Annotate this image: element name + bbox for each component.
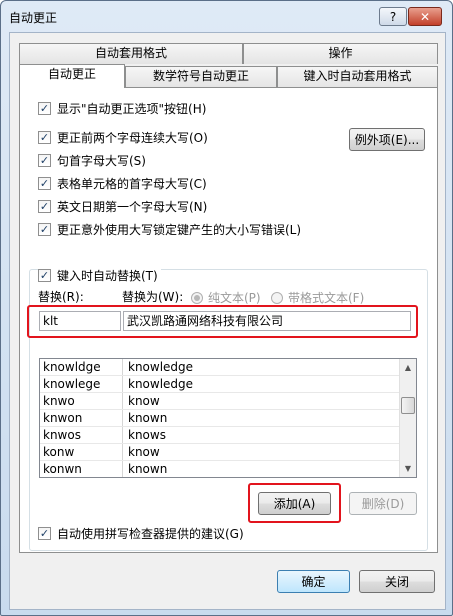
- caps-lock-checkbox[interactable]: ✓ 更正意外使用大写锁定键产生的大小写错误(L): [38, 221, 301, 238]
- radio-label: 纯文本(P): [208, 291, 261, 305]
- show-options-button-checkbox[interactable]: ✓ 显示"自动更正选项"按钮(H): [38, 100, 206, 117]
- radio-button[interactable]: [271, 291, 283, 304]
- with-label: 替换为(W):: [122, 290, 184, 304]
- check-icon: ✓: [39, 269, 50, 282]
- table-cell-cap-checkbox[interactable]: ✓ 表格单元格的首字母大写(C): [38, 175, 207, 192]
- button-label: 添加(A): [273, 497, 316, 511]
- scroll-thumb[interactable]: [401, 397, 415, 414]
- tab-autocorrect[interactable]: 自动更正: [19, 64, 125, 88]
- checkbox[interactable]: ✓: [38, 102, 51, 115]
- entry-with: knows: [128, 428, 166, 442]
- day-names-cap-checkbox[interactable]: ✓ 英文日期第一个字母大写(N): [38, 198, 207, 215]
- checkbox-label: 英文日期第一个字母大写(N): [57, 200, 208, 214]
- check-icon: ✓: [39, 131, 50, 144]
- entry-replace: knowlege: [40, 376, 123, 392]
- checkbox[interactable]: ✓: [38, 200, 51, 213]
- list-scrollbar[interactable]: ▲ ▼: [399, 359, 416, 477]
- entry-with: know: [128, 445, 160, 459]
- list-item[interactable]: konwn known: [40, 461, 416, 477]
- radio-button[interactable]: [191, 291, 203, 304]
- sentence-cap-checkbox[interactable]: ✓ 句首字母大写(S): [38, 152, 146, 169]
- autocorrect-dialog: 自动更正 ? ✕ 自动套用格式 操作 自动更正 数学符号自动更正 键入时自动套用…: [0, 0, 453, 616]
- ok-button[interactable]: 确定: [277, 570, 350, 593]
- checkbox[interactable]: ✓: [38, 177, 51, 190]
- checkbox-label: 表格单元格的首字母大写(C): [57, 177, 207, 191]
- checkbox-label: 键入时自动替换(T): [57, 269, 158, 283]
- exceptions-button[interactable]: 例外项(E)...: [349, 128, 425, 151]
- close-icon: ✕: [419, 9, 431, 24]
- checkbox-label: 更正意外使用大写锁定键产生的大小写错误(L): [57, 223, 302, 237]
- add-button[interactable]: 添加(A): [258, 492, 331, 515]
- scroll-down-icon[interactable]: ▼: [400, 460, 416, 477]
- checkbox[interactable]: ✓: [38, 131, 51, 144]
- radio-dot: [194, 294, 200, 301]
- entry-with: known: [128, 462, 168, 476]
- checkbox[interactable]: ✓: [38, 269, 51, 282]
- tab-label: 数学符号自动更正: [152, 69, 249, 83]
- entry-with: known: [128, 411, 168, 425]
- close-button[interactable]: 关闭: [359, 570, 435, 593]
- tab-autoformat[interactable]: 自动套用格式: [19, 43, 243, 64]
- help-button[interactable]: ?: [379, 7, 407, 26]
- close-window-button[interactable]: ✕: [408, 7, 442, 26]
- entry-replace: knwon: [40, 410, 123, 426]
- check-icon: ✓: [39, 102, 50, 115]
- entry-replace: knowldge: [40, 359, 123, 375]
- tab-label: 键入时自动套用格式: [303, 69, 412, 83]
- two-initial-caps-checkbox[interactable]: ✓ 更正前两个字母连续大写(O): [38, 129, 208, 146]
- tab-actions[interactable]: 操作: [243, 43, 438, 64]
- spelling-suggestions-checkbox[interactable]: ✓ 自动使用拼写检查器提供的建议(G): [38, 525, 244, 542]
- checkbox[interactable]: ✓: [38, 527, 51, 540]
- check-icon: ✓: [39, 527, 50, 540]
- scroll-up-icon[interactable]: ▲: [400, 359, 416, 376]
- replace-label: 替换(R):: [38, 290, 84, 304]
- replace-as-you-type-checkbox[interactable]: ✓ 键入时自动替换(T): [38, 267, 161, 284]
- plain-text-radio[interactable]: 纯文本(P): [191, 289, 261, 306]
- check-icon: ✓: [39, 223, 50, 236]
- formatted-text-radio[interactable]: 带格式文本(F): [271, 289, 364, 306]
- list-item[interactable]: konw know: [40, 444, 416, 461]
- entry-with: know: [128, 394, 160, 408]
- list-item[interactable]: knwon known: [40, 410, 416, 427]
- entry-with: knowledge: [128, 360, 194, 374]
- entry-replace: knwos: [40, 427, 123, 443]
- check-icon: ✓: [39, 200, 50, 213]
- button-label: 例外项(E)...: [354, 133, 420, 147]
- with-input[interactable]: 武汉凯路通网络科技有限公司: [123, 311, 411, 331]
- checkbox-label: 自动使用拼写检查器提供的建议(G): [57, 527, 244, 541]
- entry-replace: konwn: [40, 461, 123, 477]
- check-icon: ✓: [39, 154, 50, 167]
- radio-label: 带格式文本(F): [288, 291, 365, 305]
- replace-input[interactable]: klt: [39, 311, 121, 331]
- tab-label: 操作: [328, 46, 353, 60]
- check-icon: ✓: [39, 177, 50, 190]
- tab-autoformat-as-you-type[interactable]: 键入时自动套用格式: [277, 66, 438, 88]
- entry-replace: knwo: [40, 393, 123, 409]
- delete-button[interactable]: 删除(D): [349, 492, 417, 515]
- checkbox-label: 更正前两个字母连续大写(O): [57, 131, 208, 145]
- list-item[interactable]: knowldge knowledge: [40, 359, 416, 376]
- entry-with: knowledge: [128, 377, 194, 391]
- checkbox[interactable]: ✓: [38, 223, 51, 236]
- help-icon: ?: [389, 9, 397, 24]
- tab-label: 自动更正: [47, 67, 96, 81]
- checkbox-label: 句首字母大写(S): [57, 154, 146, 168]
- list-item[interactable]: knwo know: [40, 393, 416, 410]
- list-item[interactable]: knowlege knowledge: [40, 376, 416, 393]
- button-label: 删除(D): [361, 497, 405, 511]
- entries-list[interactable]: knowldge knowledge knowlege knowledge knwo…: [39, 358, 417, 478]
- checkbox[interactable]: ✓: [38, 154, 51, 167]
- dialog-title: 自动更正: [9, 11, 58, 25]
- button-label: 确定: [301, 575, 326, 589]
- checkbox-label: 显示"自动更正选项"按钮(H): [57, 102, 207, 116]
- list-item[interactable]: knwos knows: [40, 427, 416, 444]
- entry-replace: konw: [40, 444, 123, 460]
- title-bar: 自动更正 ? ✕: [1, 1, 452, 31]
- tab-label: 自动套用格式: [94, 46, 167, 60]
- tab-math-autocorrect[interactable]: 数学符号自动更正: [125, 66, 277, 88]
- button-label: 关闭: [384, 575, 409, 589]
